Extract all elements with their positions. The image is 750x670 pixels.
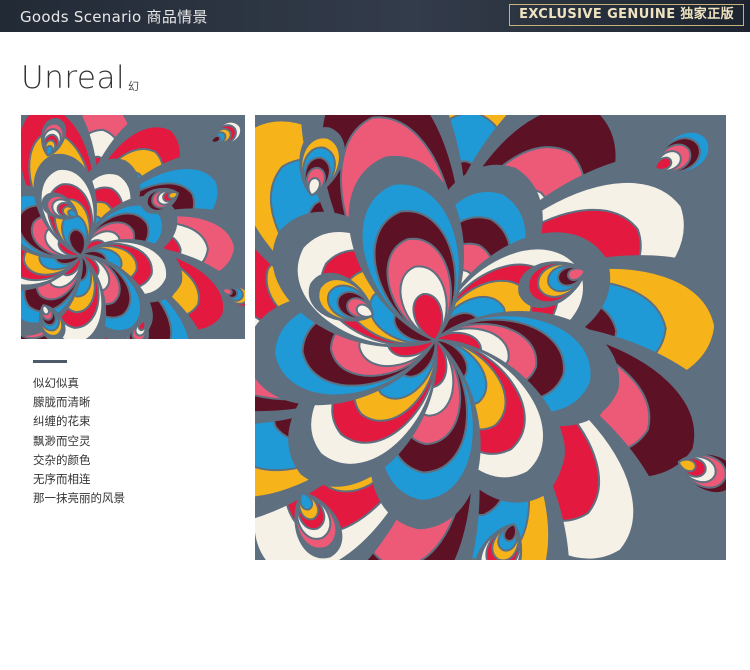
poem-lines: 似幻似真朦胧而清晰纠缠的花束飘渺而空灵交杂的颜色无序而相连那一抹亮丽的风景 [33,374,125,508]
poem-line: 朦胧而清晰 [33,395,91,410]
poem-line: 无序而相连 [33,472,91,487]
section-title: Unreal [21,60,126,96]
poem-line: 似幻似真 [33,376,79,390]
exclusive-genuine-badge: EXCLUSIVE GENUINE 独家正版 [509,4,744,26]
poem-line: 纠缠的花束 [33,414,91,429]
text-divider [33,360,67,363]
pattern-main-image [255,115,726,560]
section-title-cn: 幻 [128,80,139,93]
poem-line: 飘渺而空灵 [33,433,91,448]
header-section-label: Goods Scenario 商品情景 [20,8,208,26]
header-bar: Goods Scenario 商品情景 EXCLUSIVE GENUINE 独家… [0,0,750,32]
pattern-detail-image [21,115,245,339]
poem-line: 那一抹亮丽的风景 [33,491,125,506]
poem-line: 交杂的颜色 [33,452,91,467]
